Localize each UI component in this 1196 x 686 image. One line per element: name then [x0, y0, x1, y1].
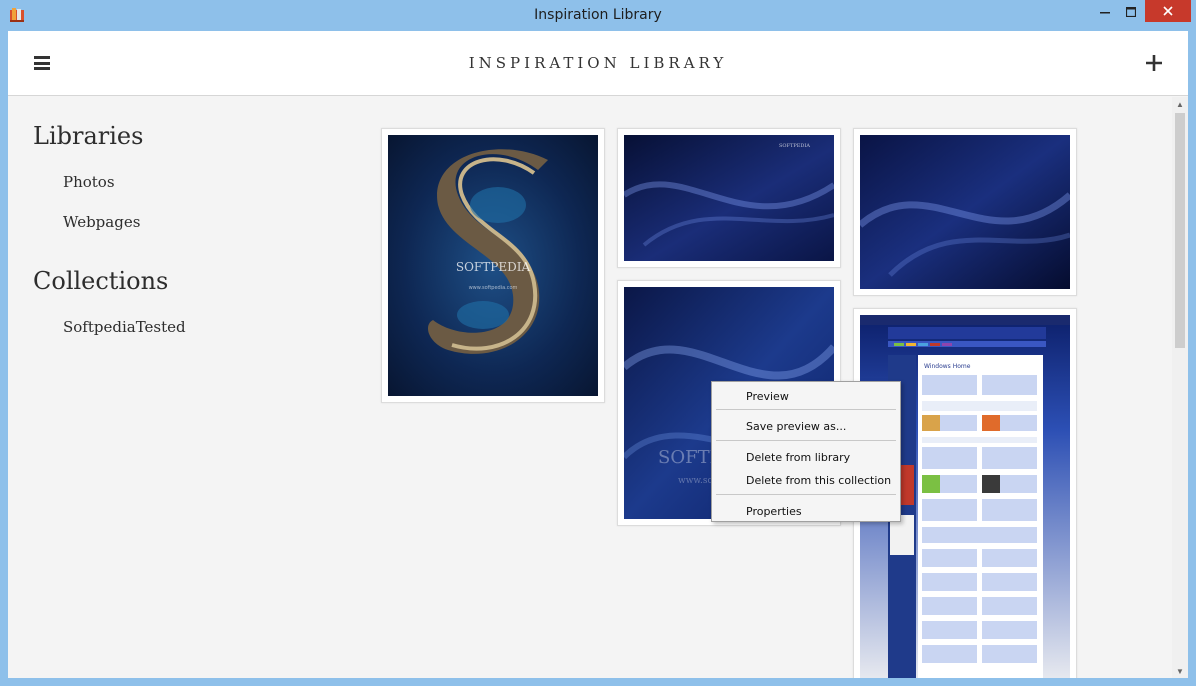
menu-item-delete-from-library[interactable]: Delete from library [746, 451, 850, 464]
app-header: INSPIRATION LIBRARY [8, 31, 1188, 96]
menu-item-properties[interactable]: Properties [746, 505, 802, 518]
sidebar-item-webpages[interactable]: Webpages [63, 213, 140, 231]
wallpaper-thumbnail-2 [860, 135, 1070, 289]
wallpaper-logo-1: SOFTPEDIA [779, 143, 810, 149]
menu-separator [716, 440, 896, 441]
menu-item-preview[interactable]: Preview [746, 390, 789, 403]
window-title: Inspiration Library [534, 7, 662, 23]
app-client-area: INSPIRATION LIBRARY Libraries Photos Web… [8, 31, 1188, 678]
context-menu: Preview Save preview as... Delete from l… [711, 381, 901, 522]
vertical-scrollbar[interactable]: ▲ ▼ [1172, 97, 1188, 678]
close-button[interactable] [1145, 0, 1191, 22]
window-titlebar: Inspiration Library [0, 0, 1196, 31]
sidebar-item-softpediatested[interactable]: SoftpediaTested [63, 318, 186, 336]
scroll-thumb[interactable] [1175, 113, 1185, 348]
plus-icon [1146, 55, 1162, 71]
scroll-down-arrow-icon[interactable]: ▼ [1172, 664, 1188, 678]
scroll-up-arrow-icon[interactable]: ▲ [1172, 97, 1188, 111]
menu-separator [716, 409, 896, 410]
sidebar-item-photos[interactable]: Photos [63, 173, 115, 191]
island-thumbnail: SOFTPEDIA www.softpedia.com [388, 135, 598, 396]
image-card-island[interactable]: SOFTPEDIA www.softpedia.com [381, 128, 605, 403]
maximize-icon [1126, 7, 1136, 17]
maximize-button[interactable] [1118, 0, 1144, 24]
close-icon [1163, 6, 1173, 16]
menu-item-delete-from-collection[interactable]: Delete from this collection [746, 474, 891, 487]
menu-separator [716, 494, 896, 495]
libraries-heading: Libraries [33, 122, 144, 150]
sidebar: Libraries Photos Webpages Collections So… [8, 97, 368, 677]
island-url: www.softpedia.com [469, 285, 518, 291]
wallpaper-thumbnail-1: SOFTPEDIA [624, 135, 834, 261]
image-card-wallpaper-1[interactable]: SOFTPEDIA [617, 128, 841, 268]
webpage-heading: Windows Home [924, 363, 971, 370]
menu-item-save-preview-as[interactable]: Save preview as... [746, 420, 846, 433]
collections-heading: Collections [33, 267, 169, 295]
add-button[interactable] [1144, 53, 1164, 73]
island-watermark: SOFTPEDIA [456, 260, 531, 274]
minimize-button[interactable] [1092, 0, 1118, 24]
image-card-wallpaper-2[interactable] [853, 128, 1077, 296]
minimize-icon [1100, 12, 1110, 14]
app-title: INSPIRATION LIBRARY [468, 54, 728, 72]
